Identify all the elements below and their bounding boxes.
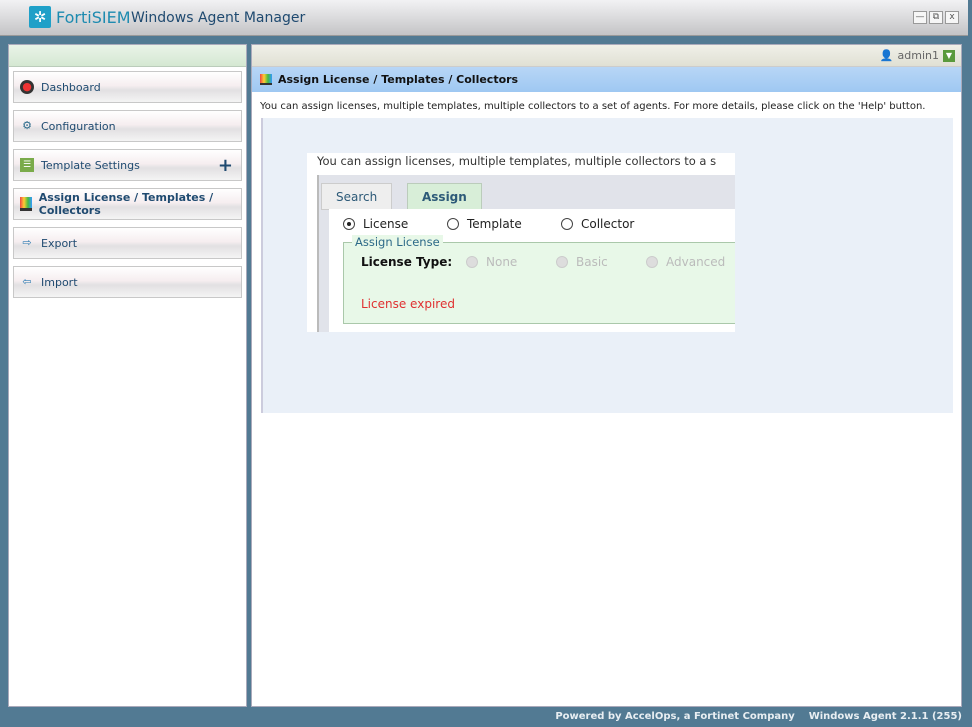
version: Windows Agent 2.1.1 (255): [808, 711, 962, 722]
tab-assign[interactable]: Assign: [407, 183, 482, 210]
sidebar-item-configuration[interactable]: ⚙ Configuration: [13, 110, 242, 142]
user-menu[interactable]: 👤 admin1 ▼: [880, 49, 955, 62]
page-header: Assign License / Templates / Collectors: [252, 67, 961, 92]
close-button[interactable]: x: [945, 11, 959, 24]
content-area: You can assign licenses, multiple templa…: [261, 118, 953, 413]
radio-basic: Basic: [556, 255, 608, 269]
page-title: Assign License / Templates / Collectors: [278, 73, 519, 86]
sidebar-header: [9, 45, 246, 67]
app-title: Windows Agent Manager: [131, 10, 306, 26]
top-bar: 👤 admin1 ▼: [252, 45, 961, 67]
brand-name: FortiSIEM: [56, 8, 131, 27]
import-icon: ⇦: [22, 275, 32, 288]
screenshot-text: You can assign licenses, multiple templa…: [317, 154, 717, 168]
username: admin1: [897, 49, 939, 62]
sidebar-item-template-settings[interactable]: ☰ Template Settings +: [13, 149, 242, 181]
fieldset-legend: Assign License: [352, 235, 443, 249]
page-description: You can assign licenses, multiple templa…: [260, 101, 926, 112]
chevron-down-icon[interactable]: ▼: [943, 49, 955, 62]
license-type-label: License Type:: [361, 255, 453, 269]
footer: Powered by AccelOps, a Fortinet Company …: [555, 711, 962, 722]
dashboard-icon: ●: [20, 80, 34, 94]
monitor-icon: [20, 197, 32, 211]
sidebar-item-dashboard[interactable]: ● Dashboard: [13, 71, 242, 103]
main-panel: 👤 admin1 ▼ Assign License / Templates / …: [251, 44, 962, 707]
minimize-button[interactable]: —: [913, 11, 927, 24]
radio-collector[interactable]: Collector: [561, 217, 634, 231]
title-bar: ✲ FortiSIEM Windows Agent Manager — ⧉ x: [0, 0, 968, 36]
embedded-screenshot: You can assign licenses, multiple templa…: [307, 153, 735, 332]
sidebar-item-label: Configuration: [41, 119, 116, 133]
license-status: License expired: [361, 297, 455, 311]
radio-template[interactable]: Template: [447, 217, 522, 231]
fortisiem-logo-icon: ✲: [29, 6, 51, 28]
radio-advanced: Advanced: [646, 255, 725, 269]
powered-by: Powered by AccelOps, a Fortinet Company: [555, 711, 795, 722]
sidebar-item-label: Template Settings: [41, 158, 140, 172]
restore-button[interactable]: ⧉: [929, 11, 943, 24]
gear-icon: ⚙: [22, 119, 32, 132]
sidebar-item-label: Export: [41, 236, 78, 250]
assign-license-fieldset: Assign License License Type: None Basic …: [343, 235, 735, 324]
list-icon: ☰: [20, 158, 34, 172]
add-icon[interactable]: +: [218, 155, 233, 176]
tab-search[interactable]: Search: [321, 183, 393, 210]
user-icon: 👤: [879, 49, 894, 62]
sidebar-item-label: Import: [41, 275, 78, 289]
monitor-icon: [260, 74, 272, 85]
sidebar: ● Dashboard ⚙ Configuration ☰ Template Sett…: [8, 44, 247, 707]
sidebar-item-assign[interactable]: Assign License / Templates / Collectors: [13, 188, 242, 220]
export-icon: ⇨: [22, 236, 32, 249]
sidebar-item-label: Assign License / Templates / Collectors: [38, 191, 214, 217]
sidebar-item-export[interactable]: ⇨ Export: [13, 227, 242, 259]
sidebar-item-label: Dashboard: [41, 80, 101, 94]
radio-license[interactable]: License: [343, 217, 408, 231]
radio-none: None: [466, 255, 517, 269]
sidebar-item-import[interactable]: ⇦ Import: [13, 266, 242, 298]
